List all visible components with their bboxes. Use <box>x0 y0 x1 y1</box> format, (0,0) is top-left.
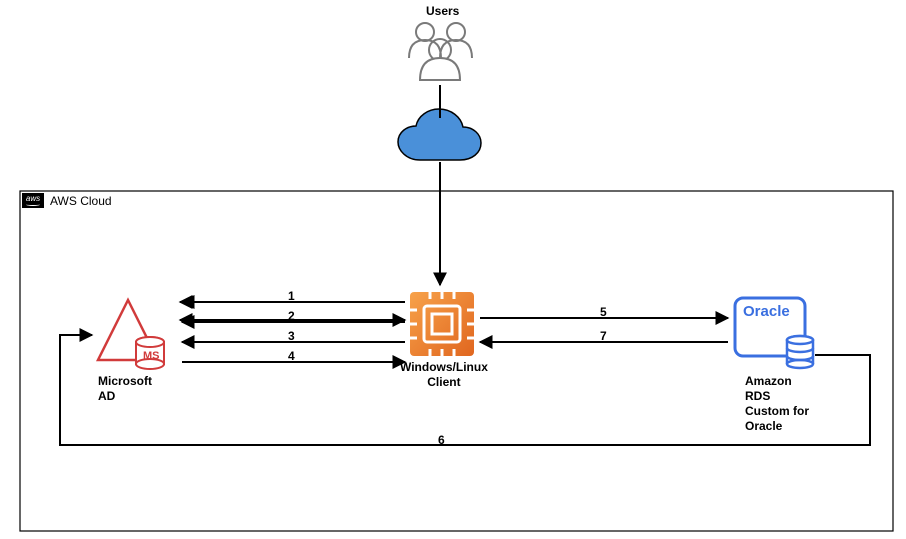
edge-2-label: 2 <box>288 309 295 324</box>
edge-1-label: 1 <box>288 289 295 304</box>
users-label: Users <box>426 4 459 19</box>
ms-box-text: MS <box>143 350 160 364</box>
diagram-svg <box>0 0 906 539</box>
edge-3-label: 3 <box>288 329 295 344</box>
oracle-box-text: Oracle <box>743 303 790 322</box>
edge-7-label: 7 <box>600 329 607 344</box>
client-label: Windows/Linux Client <box>400 360 488 390</box>
microsoft-ad-label: Microsoft AD <box>98 374 152 404</box>
rds-oracle-label: Amazon RDS Custom for Oracle <box>745 374 809 434</box>
client-icon <box>410 292 474 356</box>
edge-5-label: 5 <box>600 305 607 320</box>
aws-logo-badge: aws <box>22 193 44 208</box>
diagram-canvas: aws Users AWS Cloud Microsoft AD Windows… <box>0 0 906 539</box>
users-icon <box>409 23 472 80</box>
edge-6-label: 6 <box>438 433 445 448</box>
edge-4-label: 4 <box>288 349 295 364</box>
aws-cloud-label: AWS Cloud <box>50 194 112 209</box>
